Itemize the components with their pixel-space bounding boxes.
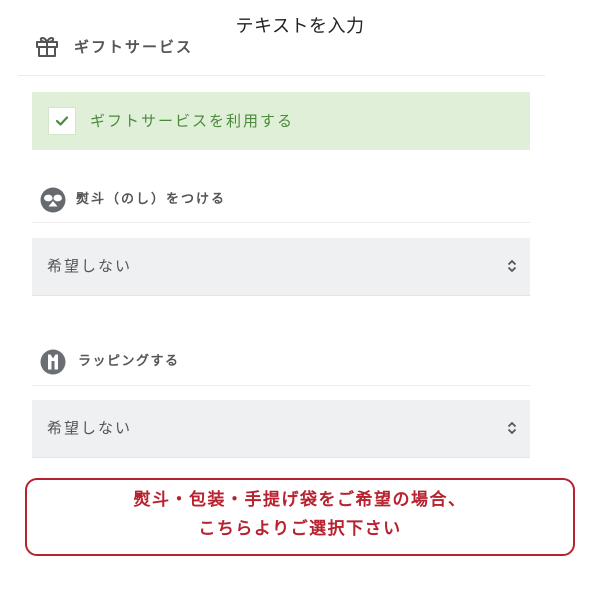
divider [18, 75, 545, 76]
noshi-icon [40, 187, 66, 213]
gift-service-checkbox[interactable] [48, 107, 76, 135]
gift-service-checkbox-label[interactable]: ギフトサービスを利用する [90, 92, 294, 150]
gift-selection-link-button[interactable]: 熨斗・包装・手提げ袋をご希望の場合、 こちらよりご選択下さい [25, 478, 575, 556]
divider [32, 222, 530, 223]
wrapping-icon [40, 349, 66, 375]
notice-line-1: 熨斗・包装・手提げ袋をご希望の場合、 [133, 490, 467, 510]
wrapping-select[interactable]: 希望しない [32, 400, 530, 458]
wrapping-select-value: 希望しない [47, 419, 133, 437]
up-down-arrows-icon [507, 421, 517, 435]
gift-service-checkbox-option[interactable]: ギフトサービスを利用する [32, 92, 530, 150]
gift-icon [35, 35, 59, 57]
gift-service-title: ギフトサービス [74, 38, 194, 56]
wrapping-label: ラッピングする [78, 354, 180, 369]
noshi-select-value: 希望しない [47, 257, 133, 275]
noshi-select[interactable]: 希望しない [32, 238, 530, 296]
notice-line-2: こちらよりご選択下さい [198, 519, 402, 539]
divider [32, 385, 530, 386]
noshi-label: 熨斗（のし）をつける [76, 192, 227, 207]
up-down-arrows-icon [507, 259, 517, 273]
check-icon [55, 116, 69, 126]
